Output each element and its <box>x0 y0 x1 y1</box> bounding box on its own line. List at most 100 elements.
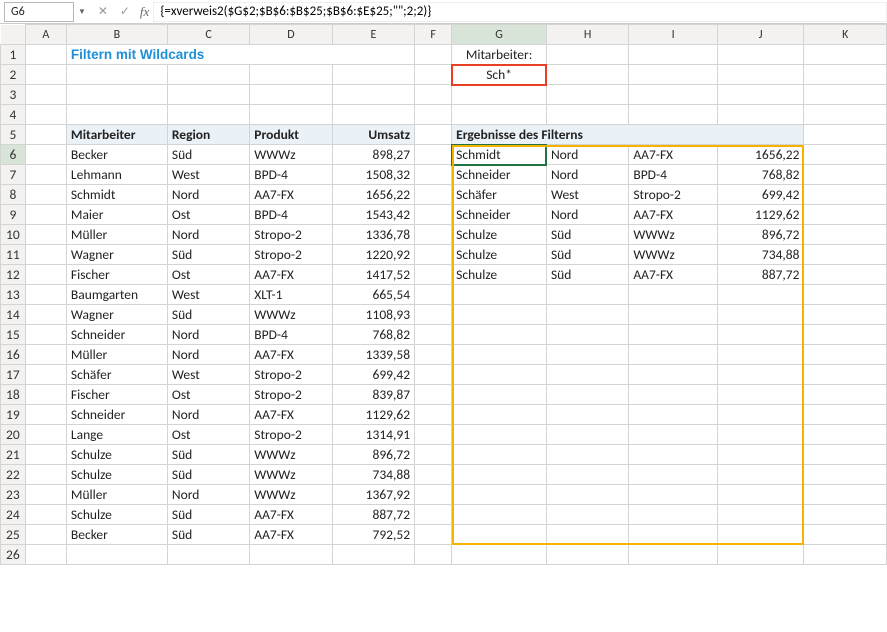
cell-E3[interactable] <box>332 85 414 105</box>
cell-I25[interactable] <box>629 525 718 545</box>
cell-G18[interactable] <box>452 385 547 405</box>
cell-K23[interactable] <box>804 485 887 505</box>
cell-G9[interactable]: Schneider <box>452 205 547 225</box>
cell-J6[interactable]: 1656,22 <box>717 145 804 165</box>
cell-F20[interactable] <box>415 425 452 445</box>
cell-A6[interactable] <box>25 145 66 165</box>
row-header-14[interactable]: 14 <box>1 305 26 325</box>
cell-I10[interactable]: WWWz <box>629 225 718 245</box>
cell-F24[interactable] <box>415 505 452 525</box>
cell-E22[interactable]: 734,88 <box>332 465 414 485</box>
cell-F9[interactable] <box>415 205 452 225</box>
cell-K1[interactable] <box>804 45 887 65</box>
row-header-23[interactable]: 23 <box>1 485 26 505</box>
cell-C9[interactable]: Ost <box>167 205 249 225</box>
cell-I9[interactable]: AA7-FX <box>629 205 718 225</box>
cell-K6[interactable] <box>804 145 887 165</box>
cell-A16[interactable] <box>25 345 66 365</box>
cell-C2[interactable] <box>167 65 249 85</box>
cell-E17[interactable]: 699,42 <box>332 365 414 385</box>
row-header-25[interactable]: 25 <box>1 525 26 545</box>
cell-D2[interactable] <box>250 65 332 85</box>
cell-J1[interactable] <box>717 45 804 65</box>
cell-I12[interactable]: AA7-FX <box>629 265 718 285</box>
cell-B17[interactable]: Schäfer <box>66 365 167 385</box>
cell-G8[interactable]: Schäfer <box>452 185 547 205</box>
cell-H16[interactable] <box>546 345 628 365</box>
cell-A17[interactable] <box>25 365 66 385</box>
col-header-H[interactable]: H <box>546 25 628 45</box>
cell-J17[interactable] <box>717 365 804 385</box>
cell-I24[interactable] <box>629 505 718 525</box>
cell-A5[interactable] <box>25 125 66 145</box>
cell-K16[interactable] <box>804 345 887 365</box>
cell-G25[interactable] <box>452 525 547 545</box>
cell-K22[interactable] <box>804 465 887 485</box>
header-umsatz[interactable]: Umsatz <box>332 125 414 145</box>
cell-F16[interactable] <box>415 345 452 365</box>
cell-E25[interactable]: 792,52 <box>332 525 414 545</box>
cell-G22[interactable] <box>452 465 547 485</box>
cell-E8[interactable]: 1656,22 <box>332 185 414 205</box>
cell-K14[interactable] <box>804 305 887 325</box>
col-header-A[interactable]: A <box>25 25 66 45</box>
cell-F7[interactable] <box>415 165 452 185</box>
cell-C22[interactable]: Süd <box>167 465 249 485</box>
row-header-18[interactable]: 18 <box>1 385 26 405</box>
cell-B25[interactable]: Becker <box>66 525 167 545</box>
cell-A20[interactable] <box>25 425 66 445</box>
cell-K17[interactable] <box>804 365 887 385</box>
cell-D26[interactable] <box>250 545 332 565</box>
cell-J10[interactable]: 896,72 <box>717 225 804 245</box>
cell-B19[interactable]: Schneider <box>66 405 167 425</box>
cell-K9[interactable] <box>804 205 887 225</box>
cell-C19[interactable]: Nord <box>167 405 249 425</box>
cell-J20[interactable] <box>717 425 804 445</box>
filter-input[interactable]: Sch* <box>452 65 547 85</box>
cell-J11[interactable]: 734,88 <box>717 245 804 265</box>
cell-H12[interactable]: Süd <box>546 265 628 285</box>
cell-C23[interactable]: Nord <box>167 485 249 505</box>
cell-I1[interactable] <box>629 45 718 65</box>
cell-A2[interactable] <box>25 65 66 85</box>
cell-I6[interactable]: AA7-FX <box>629 145 718 165</box>
cell-B2[interactable] <box>66 65 167 85</box>
cell-J2[interactable] <box>717 65 804 85</box>
cell-J26[interactable] <box>717 545 804 565</box>
name-box-dropdown-icon[interactable]: ▼ <box>78 7 86 17</box>
cell-J3[interactable] <box>717 85 804 105</box>
cell-B8[interactable]: Schmidt <box>66 185 167 205</box>
cell-G14[interactable] <box>452 305 547 325</box>
cell-G10[interactable]: Schulze <box>452 225 547 245</box>
cell-E13[interactable]: 665,54 <box>332 285 414 305</box>
row-header-10[interactable]: 10 <box>1 225 26 245</box>
cell-I14[interactable] <box>629 305 718 325</box>
cell-C3[interactable] <box>167 85 249 105</box>
cell-E9[interactable]: 1543,42 <box>332 205 414 225</box>
cell-B4[interactable] <box>66 105 167 125</box>
cell-F26[interactable] <box>415 545 452 565</box>
cell-F8[interactable] <box>415 185 452 205</box>
header-region[interactable]: Region <box>167 125 249 145</box>
header-results[interactable]: Ergebnisse des Filterns <box>452 125 804 145</box>
col-header-D[interactable]: D <box>250 25 332 45</box>
cell-I2[interactable] <box>629 65 718 85</box>
cell-H18[interactable] <box>546 385 628 405</box>
cell-D7[interactable]: BPD-4 <box>250 165 332 185</box>
cell-E20[interactable]: 1314,91 <box>332 425 414 445</box>
cell-D21[interactable]: WWWz <box>250 445 332 465</box>
cell-G4[interactable] <box>452 105 547 125</box>
cell-K19[interactable] <box>804 405 887 425</box>
cell-C14[interactable]: Süd <box>167 305 249 325</box>
cell-K25[interactable] <box>804 525 887 545</box>
cell-D19[interactable]: AA7-FX <box>250 405 332 425</box>
cell-F5[interactable] <box>415 125 452 145</box>
cell-H2[interactable] <box>546 65 628 85</box>
cell-C13[interactable]: West <box>167 285 249 305</box>
cell-E23[interactable]: 1367,92 <box>332 485 414 505</box>
cell-J16[interactable] <box>717 345 804 365</box>
header-mitarbeiter[interactable]: Mitarbeiter <box>66 125 167 145</box>
cancel-icon[interactable]: ✕ <box>96 4 110 19</box>
cell-D9[interactable]: BPD-4 <box>250 205 332 225</box>
cell-C21[interactable]: Süd <box>167 445 249 465</box>
